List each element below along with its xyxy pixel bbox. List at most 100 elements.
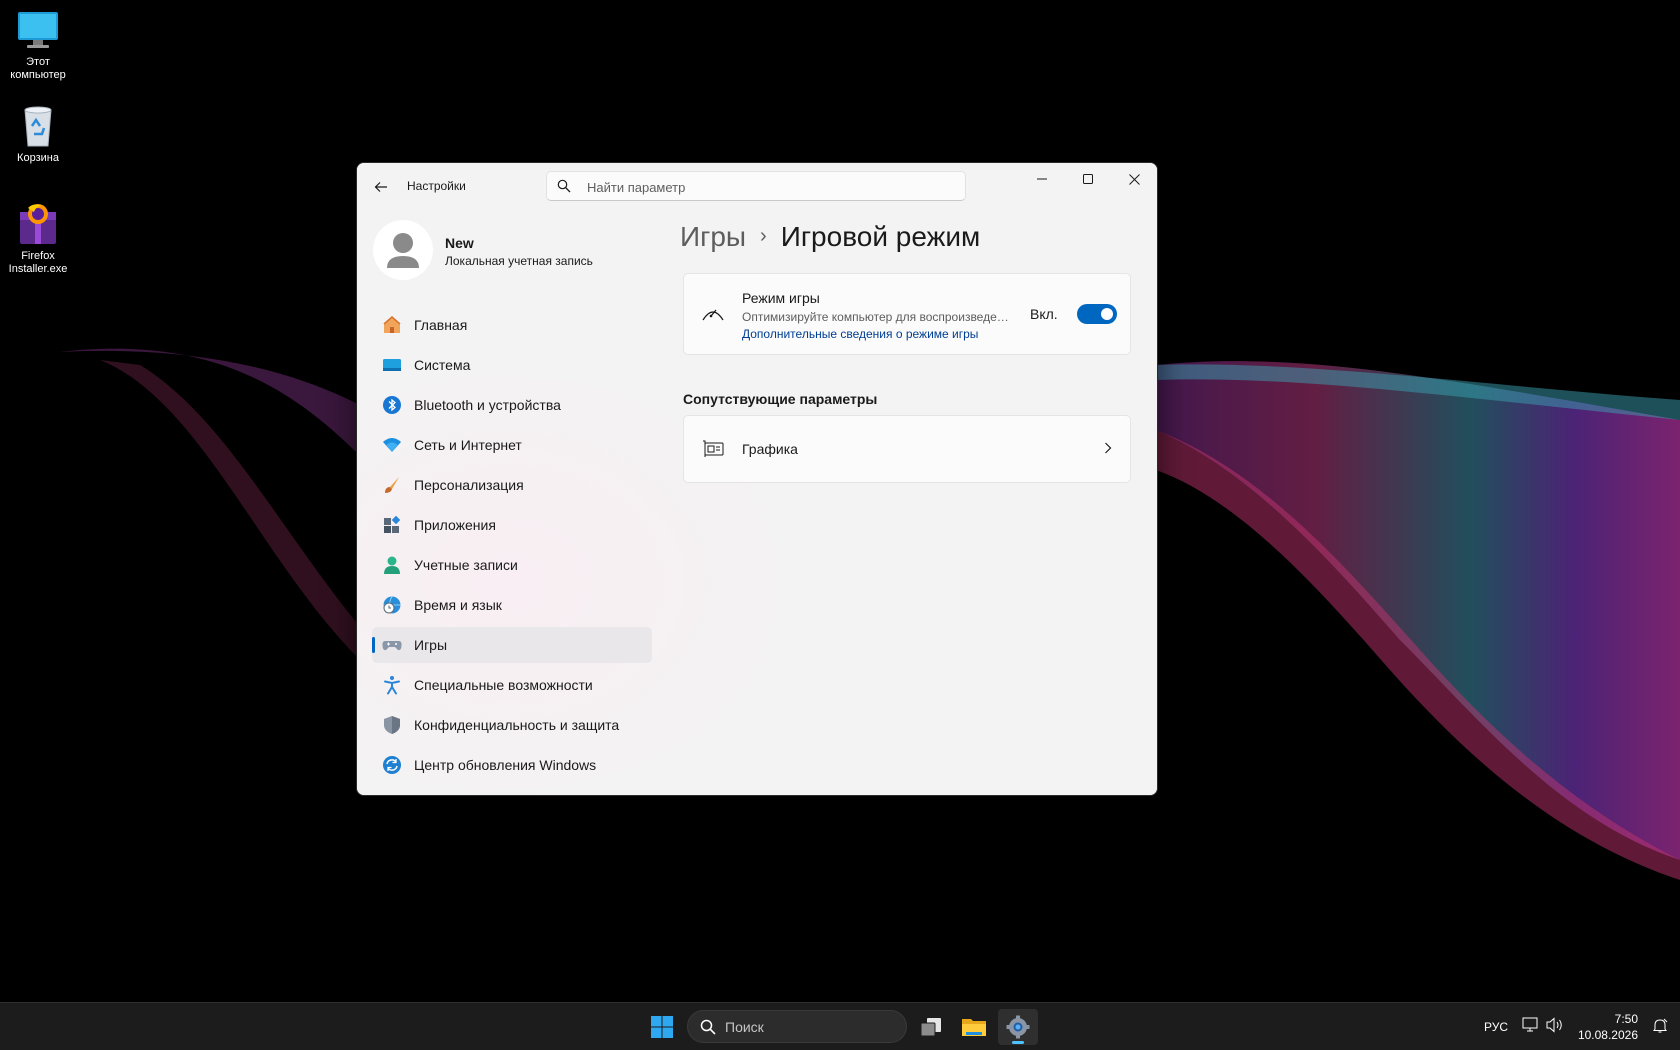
graphics-settings-card[interactable]: Графика	[683, 415, 1131, 483]
sidebar-item-privacy[interactable]: Конфиденциальность и защита	[372, 707, 652, 743]
sidebar-item-gaming[interactable]: Игры	[372, 627, 652, 663]
user-avatar-icon	[387, 233, 419, 268]
sidebar-item-label: Время и язык	[414, 597, 502, 613]
sidebar-item-label: Сеть и Интернет	[414, 437, 522, 453]
game-mode-learn-more-link[interactable]: Дополнительные сведения о режиме игры	[742, 327, 978, 341]
game-mode-title: Режим игры	[742, 290, 820, 306]
desktop-icon-firefox-installer[interactable]: Firefox Installer.exe	[0, 202, 76, 276]
file-explorer-button[interactable]	[954, 1009, 994, 1045]
sidebar-item-label: Специальные возможности	[414, 677, 593, 693]
input-language-indicator[interactable]: РУС	[1484, 1020, 1508, 1034]
graphics-card-icon	[703, 440, 724, 457]
update-icon	[383, 756, 401, 774]
wifi-icon	[383, 438, 401, 452]
sidebar-item-time-language[interactable]: Время и язык	[372, 587, 652, 623]
desktop-icon-label: Корзина	[17, 152, 59, 164]
sidebar-item-label: Конфиденциальность и защита	[414, 717, 620, 733]
search-icon	[557, 179, 571, 193]
start-button[interactable]	[642, 1009, 682, 1045]
breadcrumb-parent[interactable]: Игры	[680, 221, 746, 252]
task-view-icon	[920, 1018, 941, 1037]
title-bar[interactable]: Настройки	[357, 163, 1157, 211]
sidebar-item-network[interactable]: Сеть и Интернет	[372, 427, 652, 463]
avatar[interactable]	[373, 220, 433, 280]
gear-icon	[1006, 1015, 1030, 1039]
task-view-button[interactable]	[911, 1009, 951, 1045]
desktop-icon-recycle-bin[interactable]: Корзина	[0, 104, 76, 165]
windows-logo-icon	[651, 1016, 673, 1038]
sidebar-nav: Главная Система Bluetooth и устройства С…	[372, 307, 652, 787]
toggle-knob	[1101, 308, 1113, 320]
sidebar-item-label: Игры	[414, 637, 448, 653]
running-indicator	[1012, 1041, 1024, 1044]
sidebar-item-label: Учетные записи	[414, 557, 518, 573]
app-title: Настройки	[407, 179, 466, 193]
sidebar-item-label: Приложения	[414, 517, 496, 533]
apps-icon	[384, 515, 401, 533]
game-mode-description: Оптимизируйте компьютер для воспроизведе…	[742, 310, 1012, 324]
folder-icon	[962, 1019, 986, 1036]
sidebar-item-label: Система	[414, 357, 471, 373]
chevron-right-icon: ›	[760, 225, 767, 247]
graphics-label: Графика	[742, 441, 798, 457]
clock-time: 7:50	[1614, 1012, 1638, 1026]
taskbar: Поиск РУС 7:50 10.08.2026	[0, 1002, 1680, 1050]
toggle-state-label: Вкл.	[1030, 306, 1058, 322]
volume-icon[interactable]	[1546, 1017, 1564, 1033]
accessibility-icon	[384, 676, 400, 695]
maximize-button[interactable]	[1065, 163, 1111, 195]
clock-date: 10.08.2026	[1577, 1028, 1638, 1042]
search-input[interactable]	[585, 176, 949, 198]
settings-window: Настройки New Локальная учетная запись	[356, 162, 1158, 796]
back-arrow-icon	[374, 182, 387, 192]
sidebar-item-home[interactable]: Главная	[372, 307, 652, 343]
close-icon	[1128, 173, 1140, 185]
sidebar-item-windows-update[interactable]: Центр обновления Windows	[372, 747, 652, 783]
monitor-icon	[18, 12, 58, 48]
active-indicator	[372, 637, 375, 653]
system-icon	[383, 359, 401, 371]
desktop-icon-this-pc[interactable]: Этот компьютер	[0, 8, 76, 82]
search-icon	[700, 1019, 716, 1035]
back-button[interactable]	[367, 173, 395, 201]
sidebar-item-system[interactable]: Система	[372, 347, 652, 383]
breadcrumb: Игры › Игровой режим	[680, 221, 980, 253]
page-title: Игровой режим	[780, 221, 981, 252]
recycle-bin-icon	[24, 106, 52, 147]
brush-icon	[385, 477, 399, 493]
sidebar-item-personalization[interactable]: Персонализация	[372, 467, 652, 503]
minimize-button[interactable]	[1019, 163, 1065, 195]
desktop-icon-label: Этот компьютер	[10, 56, 66, 81]
related-settings-heading: Сопутствующие параметры	[683, 391, 878, 407]
game-mode-toggle[interactable]	[1077, 304, 1117, 324]
shield-icon	[384, 716, 400, 734]
network-icon[interactable]	[1522, 1017, 1540, 1033]
sidebar-item-accounts[interactable]: Учетные записи	[372, 547, 652, 583]
accounts-icon	[384, 556, 400, 574]
game-mode-icon	[702, 309, 724, 321]
settings-search-box[interactable]	[546, 171, 966, 201]
sidebar-item-label: Bluetooth и устройства	[414, 397, 561, 413]
close-button[interactable]	[1111, 163, 1157, 195]
bluetooth-icon	[383, 396, 401, 414]
sidebar-item-accessibility[interactable]: Специальные возможности	[372, 667, 652, 703]
desktop-icon-label: Firefox Installer.exe	[8, 250, 68, 275]
user-name: New	[445, 235, 474, 251]
settings-taskbar-button[interactable]	[998, 1009, 1038, 1045]
game-mode-card: Режим игры Оптимизируйте компьютер для в…	[683, 273, 1131, 355]
taskbar-search[interactable]: Поиск	[687, 1010, 907, 1043]
user-account-type: Локальная учетная запись	[445, 254, 593, 268]
notification-bell-icon[interactable]	[1652, 1018, 1668, 1034]
maximize-icon	[1083, 174, 1093, 184]
taskbar-search-label: Поиск	[725, 1019, 764, 1035]
sidebar-item-label: Главная	[414, 317, 468, 333]
time-language-icon	[383, 596, 401, 614]
sidebar-item-apps[interactable]: Приложения	[372, 507, 652, 543]
taskbar-clock[interactable]: 7:50 10.08.2026	[1578, 1011, 1638, 1043]
gaming-icon	[382, 641, 402, 651]
firefox-installer-icon	[20, 204, 56, 244]
sidebar-item-bluetooth[interactable]: Bluetooth и устройства	[372, 387, 652, 423]
sidebar-item-label: Персонализация	[414, 477, 524, 493]
chevron-right-icon	[1105, 442, 1112, 454]
sidebar-item-label: Центр обновления Windows	[414, 757, 597, 773]
